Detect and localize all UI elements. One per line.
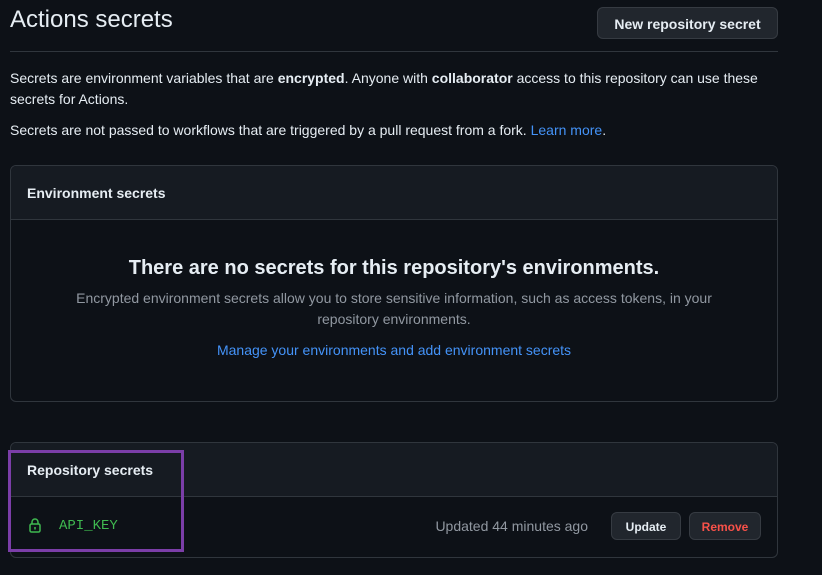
- secret-row: API_KEY Updated 44 minutes ago Update Re…: [11, 497, 777, 557]
- manage-environments-link[interactable]: Manage your environments and add environ…: [217, 340, 571, 361]
- description-encrypted: encrypted: [277, 70, 345, 86]
- blank-state-title: There are no secrets for this repository…: [128, 257, 660, 279]
- description-text: . Anyone with: [344, 70, 432, 86]
- repository-secrets-panel: Repository secrets API_KEY Updated 44 mi…: [10, 442, 778, 558]
- update-secret-button[interactable]: Update: [611, 512, 681, 540]
- remove-secret-button[interactable]: Remove: [689, 512, 761, 540]
- secret-updated-time: Updated 44 minutes ago: [435, 518, 588, 534]
- environment-secrets-header: Environment secrets: [11, 166, 777, 220]
- fork-note-end: .: [602, 122, 607, 138]
- environment-secrets-blank-state: There are no secrets for this repository…: [11, 220, 777, 361]
- actions-secrets-page: Actions secrets New repository secret Se…: [0, 0, 822, 575]
- description-text: Secrets are environment variables that a…: [10, 70, 278, 86]
- fork-note: Secrets are not passed to workflows that…: [10, 120, 770, 141]
- repository-secrets-header: Repository secrets: [11, 443, 777, 497]
- page-title: Actions secrets: [10, 6, 173, 33]
- secret-name: API_KEY: [59, 518, 118, 534]
- description-collaborator: collaborator: [431, 70, 513, 86]
- new-repository-secret-button[interactable]: New repository secret: [597, 7, 778, 39]
- environment-secrets-panel: Environment secrets There are no secrets…: [10, 165, 778, 402]
- fork-note-text: Secrets are not passed to workflows that…: [10, 122, 531, 138]
- lock-icon: [27, 517, 43, 533]
- learn-more-link[interactable]: Learn more: [531, 122, 603, 138]
- secrets-description: Secrets are environment variables that a…: [10, 68, 770, 110]
- page-header: Actions secrets New repository secret: [10, 0, 778, 52]
- blank-state-description: Encrypted environment secrets allow you …: [76, 290, 712, 327]
